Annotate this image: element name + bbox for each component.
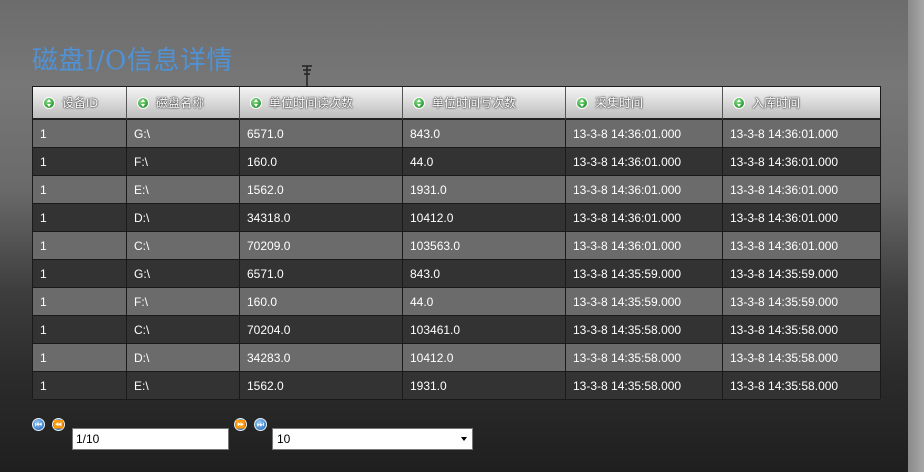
disk-io-table: 设备ID 磁盘名称 单位时间读次数 单位时间写次数 采集时间 入库时间 1 G:…	[33, 87, 880, 400]
cell-reads: 1562.0	[240, 372, 403, 400]
cell-store-time: 13-3-8 14:35:58.000	[723, 344, 880, 372]
cell-collect-time: 13-3-8 14:35:58.000	[566, 316, 723, 344]
cell-device-id: 1	[33, 176, 127, 204]
sort-icon[interactable]	[137, 96, 149, 109]
cell-device-id: 1	[33, 344, 127, 372]
cell-collect-time: 13-3-8 14:35:58.000	[566, 372, 723, 400]
column-header-device-id[interactable]: 设备ID	[33, 87, 127, 120]
cell-disk-name: E:\	[127, 176, 240, 204]
table-row[interactable]: 1 E:\ 1562.0 1931.0 13-3-8 14:36:01.000 …	[33, 176, 880, 204]
table-row[interactable]: 1 F:\ 160.0 44.0 13-3-8 14:36:01.000 13-…	[33, 148, 880, 176]
cell-reads: 70204.0	[240, 316, 403, 344]
table-header-row: 设备ID 磁盘名称 单位时间读次数 单位时间写次数 采集时间 入库时间	[33, 87, 880, 120]
pagination-bar: ⏮ ⏪ ⏩ ⏭ 10	[32, 418, 492, 452]
cell-writes: 103461.0	[403, 316, 566, 344]
table-row[interactable]: 1 E:\ 1562.0 1931.0 13-3-8 14:35:58.000 …	[33, 372, 880, 400]
cell-disk-name: F:\	[127, 148, 240, 176]
table-row[interactable]: 1 D:\ 34318.0 10412.0 13-3-8 14:36:01.00…	[33, 204, 880, 232]
cell-collect-time: 13-3-8 14:35:59.000	[566, 288, 723, 316]
cell-store-time: 13-3-8 14:35:58.000	[723, 316, 880, 344]
cell-store-time: 13-3-8 14:35:59.000	[723, 288, 880, 316]
cell-writes: 44.0	[403, 288, 566, 316]
cell-reads: 70209.0	[240, 232, 403, 260]
cell-store-time: 13-3-8 14:35:59.000	[723, 260, 880, 288]
column-header-collect-time[interactable]: 采集时间	[566, 87, 723, 120]
cell-disk-name: D:\	[127, 344, 240, 372]
cell-collect-time: 13-3-8 14:35:59.000	[566, 260, 723, 288]
cell-device-id: 1	[33, 120, 127, 148]
first-page-icon[interactable]: ⏮	[32, 418, 45, 431]
table-row[interactable]: 1 F:\ 160.0 44.0 13-3-8 14:35:59.000 13-…	[33, 288, 880, 316]
cell-store-time: 13-3-8 14:36:01.000	[723, 176, 880, 204]
cell-disk-name: D:\	[127, 204, 240, 232]
next-page-icon[interactable]: ⏩	[234, 418, 247, 431]
cell-disk-name: E:\	[127, 372, 240, 400]
sort-icon[interactable]	[43, 96, 55, 109]
cell-writes: 10412.0	[403, 344, 566, 372]
cell-disk-name: C:\	[127, 316, 240, 344]
cell-device-id: 1	[33, 148, 127, 176]
page-number-input[interactable]	[72, 428, 229, 450]
cell-store-time: 13-3-8 14:36:01.000	[723, 204, 880, 232]
cell-disk-name: G:\	[127, 260, 240, 288]
cell-writes: 1931.0	[403, 372, 566, 400]
column-header-reads-per-unit[interactable]: 单位时间读次数	[240, 87, 403, 120]
sort-icon[interactable]	[733, 96, 745, 109]
cell-device-id: 1	[33, 204, 127, 232]
cell-store-time: 13-3-8 14:36:01.000	[723, 232, 880, 260]
table-row[interactable]: 1 C:\ 70204.0 103461.0 13-3-8 14:35:58.0…	[33, 316, 880, 344]
cell-writes: 843.0	[403, 120, 566, 148]
cell-writes: 10412.0	[403, 204, 566, 232]
cell-device-id: 1	[33, 232, 127, 260]
cell-collect-time: 13-3-8 14:36:01.000	[566, 120, 723, 148]
column-header-writes-per-unit[interactable]: 单位时间写次数	[403, 87, 566, 120]
cell-reads: 6571.0	[240, 260, 403, 288]
table-row[interactable]: 1 D:\ 34283.0 10412.0 13-3-8 14:35:58.00…	[33, 344, 880, 372]
last-page-icon[interactable]: ⏭	[254, 418, 267, 431]
cell-collect-time: 13-3-8 14:36:01.000	[566, 232, 723, 260]
data-grid: 设备ID 磁盘名称 单位时间读次数 单位时间写次数 采集时间 入库时间 1 G:…	[32, 86, 881, 400]
cell-store-time: 13-3-8 14:35:58.000	[723, 372, 880, 400]
cell-disk-name: F:\	[127, 288, 240, 316]
cell-disk-name: C:\	[127, 232, 240, 260]
background-edge	[908, 0, 924, 472]
cell-collect-time: 13-3-8 14:36:01.000	[566, 204, 723, 232]
page-title: 磁盘I/O信息详情	[32, 46, 233, 76]
page-size-select[interactable]: 10	[272, 428, 473, 450]
cell-reads: 160.0	[240, 288, 403, 316]
column-header-store-time[interactable]: 入库时间	[723, 87, 880, 120]
previous-page-icon[interactable]: ⏪	[52, 418, 65, 431]
tower-silhouette	[302, 65, 312, 88]
table-row[interactable]: 1 G:\ 6571.0 843.0 13-3-8 14:35:59.000 1…	[33, 260, 880, 288]
cell-device-id: 1	[33, 260, 127, 288]
cell-collect-time: 13-3-8 14:36:01.000	[566, 176, 723, 204]
cell-reads: 34318.0	[240, 204, 403, 232]
cell-reads: 1562.0	[240, 176, 403, 204]
cell-store-time: 13-3-8 14:36:01.000	[723, 120, 880, 148]
table-row[interactable]: 1 C:\ 70209.0 103563.0 13-3-8 14:36:01.0…	[33, 232, 880, 260]
cell-writes: 843.0	[403, 260, 566, 288]
cell-store-time: 13-3-8 14:36:01.000	[723, 148, 880, 176]
cell-device-id: 1	[33, 372, 127, 400]
cell-device-id: 1	[33, 316, 127, 344]
cell-collect-time: 13-3-8 14:35:58.000	[566, 344, 723, 372]
cell-reads: 34283.0	[240, 344, 403, 372]
cell-writes: 103563.0	[403, 232, 566, 260]
cell-reads: 6571.0	[240, 120, 403, 148]
cell-writes: 1931.0	[403, 176, 566, 204]
cell-collect-time: 13-3-8 14:36:01.000	[566, 148, 723, 176]
page-size-value: 10	[277, 432, 291, 446]
cell-device-id: 1	[33, 288, 127, 316]
cell-writes: 44.0	[403, 148, 566, 176]
sort-icon[interactable]	[250, 96, 262, 109]
column-header-disk-name[interactable]: 磁盘名称	[127, 87, 240, 120]
chevron-down-icon	[461, 437, 467, 441]
sort-icon[interactable]	[576, 96, 588, 109]
cell-disk-name: G:\	[127, 120, 240, 148]
sort-icon[interactable]	[413, 96, 425, 109]
cell-reads: 160.0	[240, 148, 403, 176]
table-row[interactable]: 1 G:\ 6571.0 843.0 13-3-8 14:36:01.000 1…	[33, 120, 880, 148]
